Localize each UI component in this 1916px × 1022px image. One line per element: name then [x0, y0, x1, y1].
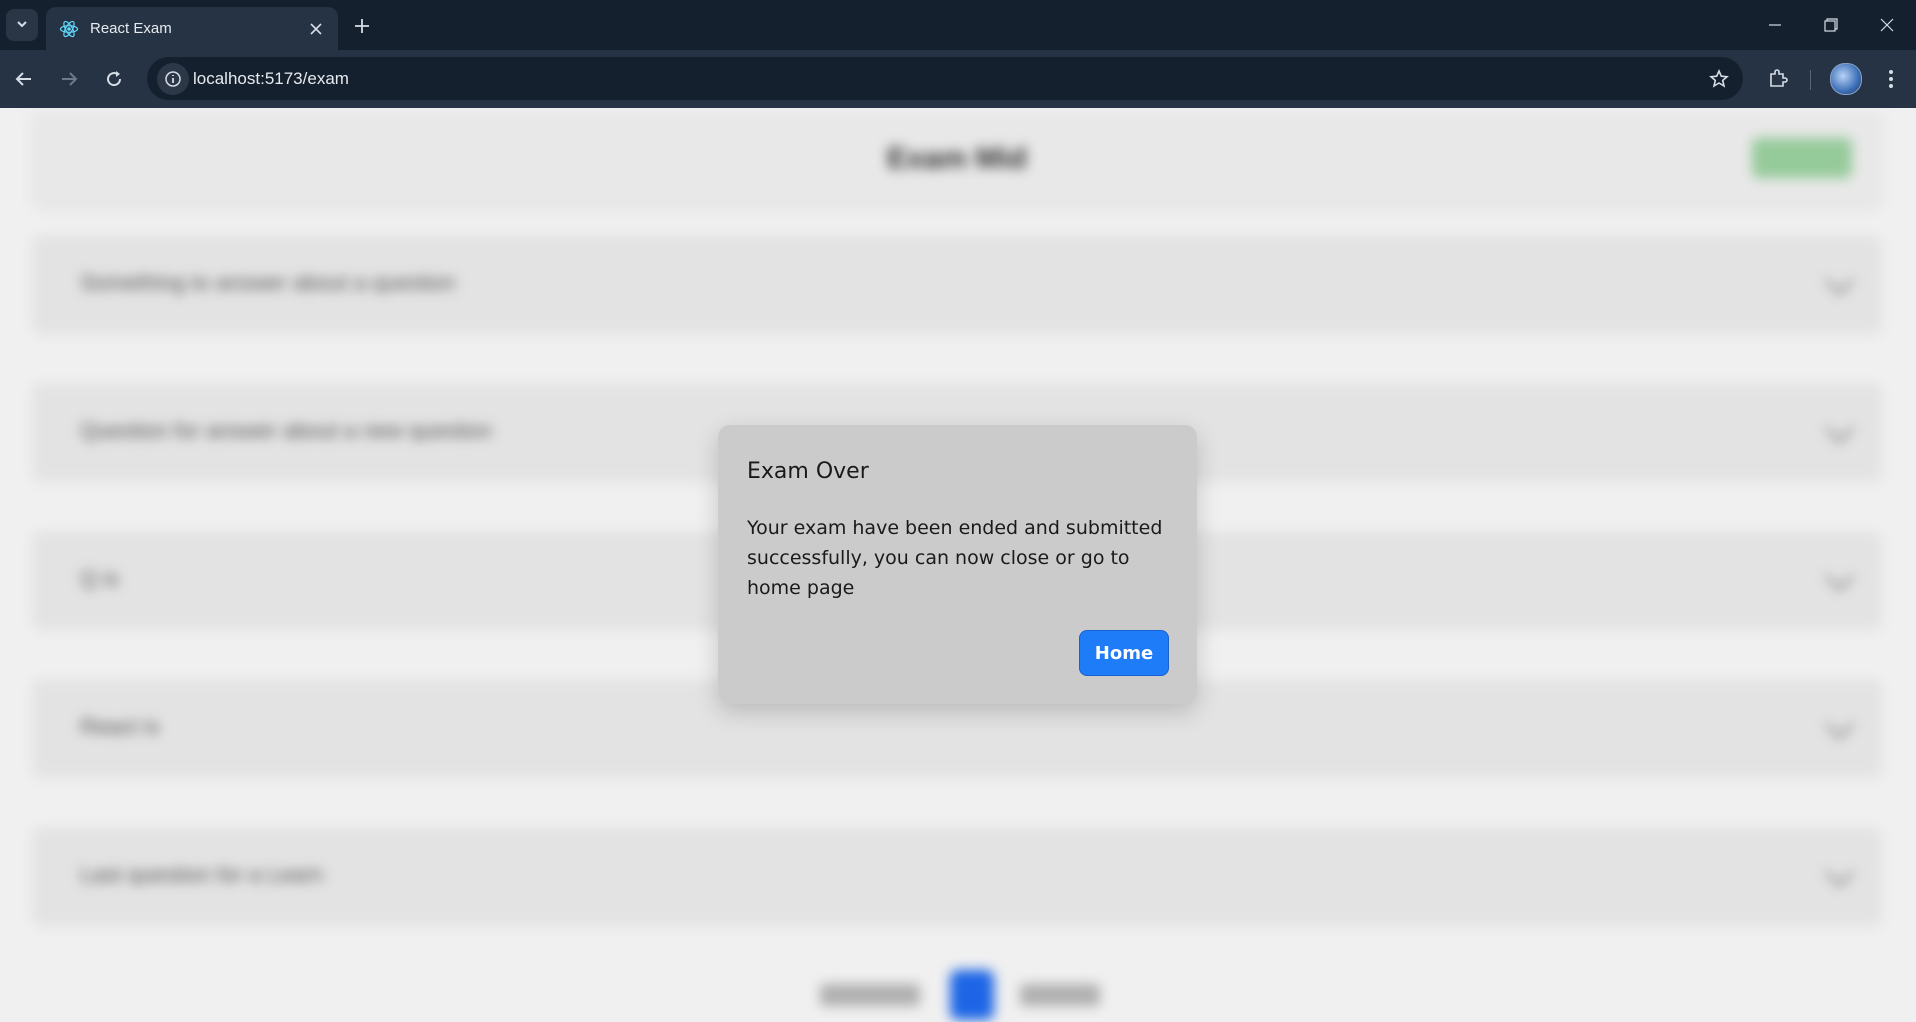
- back-arrow-icon[interactable]: [8, 63, 40, 95]
- site-info-icon[interactable]: [157, 63, 189, 95]
- address-bar[interactable]: localhost:5173/exam: [147, 57, 1743, 100]
- url-text: localhost:5173/exam: [193, 69, 349, 88]
- page-viewport: Exam Mid Something to answer about a que…: [0, 108, 1916, 1022]
- react-logo-icon: [58, 18, 80, 40]
- close-window-icon[interactable]: [1864, 10, 1910, 40]
- more-menu-icon[interactable]: [1876, 63, 1906, 95]
- extensions-puzzle-icon[interactable]: [1762, 63, 1794, 95]
- browser-tab-bar: React Exam: [0, 0, 1916, 50]
- dialog-title: Exam Over: [747, 459, 869, 484]
- profile-avatar[interactable]: [1830, 63, 1862, 95]
- browser-tab-active[interactable]: React Exam: [46, 7, 338, 50]
- forward-arrow-icon[interactable]: [53, 63, 85, 95]
- tab-search-button[interactable]: [6, 9, 38, 41]
- minimize-icon[interactable]: [1752, 10, 1798, 40]
- toolbar-divider: [1810, 70, 1811, 90]
- reload-icon[interactable]: [98, 63, 130, 95]
- tab-title: React Exam: [90, 20, 172, 37]
- browser-toolbar: localhost:5173/exam: [0, 50, 1916, 108]
- exam-over-dialog: Exam Over Your exam have been ended and …: [718, 425, 1197, 704]
- bookmark-star-icon[interactable]: [1705, 65, 1733, 93]
- new-tab-button[interactable]: [348, 12, 376, 40]
- restore-icon[interactable]: [1808, 10, 1854, 40]
- home-button[interactable]: Home: [1079, 630, 1169, 676]
- chevron-down-icon: [15, 17, 29, 34]
- dialog-message: Your exam have been ended and submitted …: [747, 517, 1163, 599]
- close-tab-icon[interactable]: [304, 17, 328, 41]
